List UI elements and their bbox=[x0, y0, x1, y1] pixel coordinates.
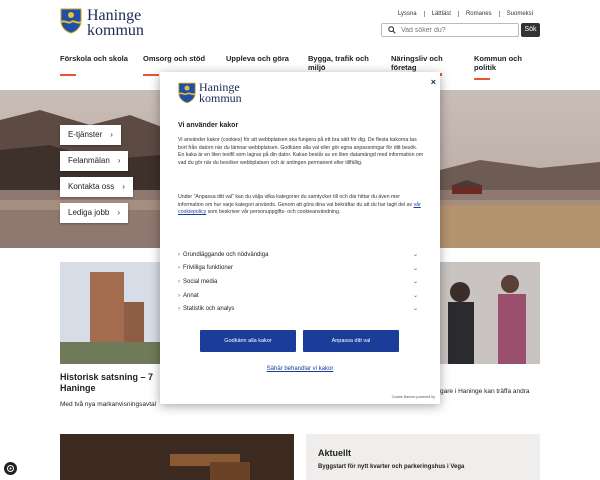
cookie-heading: Vi använder kakor bbox=[178, 122, 239, 129]
chevron-right-icon: › bbox=[178, 292, 180, 299]
policy-text-before: Under "Anpassa ditt val" kan du välja vi… bbox=[178, 194, 414, 208]
powered-by-text: Cookie Banner powered by bbox=[391, 395, 435, 399]
chevron-down-icon[interactable]: ⌄ bbox=[413, 305, 418, 312]
cookie-consent-dialog: Haninge kommun × Vi använder kakor Vi an… bbox=[160, 72, 440, 404]
manage-cookies-link[interactable]: Sähär behandlar vi kakor bbox=[160, 366, 440, 372]
modal-logo-line-2: kommun bbox=[199, 91, 242, 105]
chevron-down-icon[interactable]: ⌄ bbox=[413, 265, 418, 272]
category-annat[interactable]: › Annat ⌄ bbox=[178, 289, 418, 303]
category-frivilliga[interactable]: › Frivilliga funktioner ⌄ bbox=[178, 262, 418, 276]
cookie-categories: › Grundläggande och nödvändiga ⌄ › Frivilli… bbox=[178, 248, 418, 316]
modal-logo: Haninge kommun bbox=[178, 81, 242, 105]
chevron-right-icon: › bbox=[178, 251, 180, 258]
category-statistik[interactable]: › Statistik och analys ⌄ bbox=[178, 302, 418, 316]
chevron-down-icon[interactable]: ⌄ bbox=[413, 278, 418, 285]
customize-button[interactable]: Anpassa ditt val bbox=[303, 330, 399, 352]
chevron-right-icon: › bbox=[178, 306, 180, 313]
modal-logo-text: Haninge kommun bbox=[199, 81, 242, 105]
category-label: Grundläggande och nödvändiga bbox=[183, 251, 269, 258]
chevron-down-icon[interactable]: ⌄ bbox=[413, 292, 418, 299]
policy-text-after: som beskriver vår personuppgifts- och co… bbox=[206, 209, 341, 216]
chevron-right-icon: › bbox=[178, 265, 180, 272]
category-label: Annat bbox=[183, 292, 199, 299]
category-social-media[interactable]: › Social media ⌄ bbox=[178, 275, 418, 289]
accept-all-button[interactable]: Godkänn alla kakor bbox=[200, 330, 296, 352]
coat-of-arms-icon bbox=[178, 82, 196, 104]
category-label: Social media bbox=[183, 278, 218, 285]
cookie-policy-paragraph: Under "Anpassa ditt val" kan du välja vi… bbox=[178, 194, 424, 217]
cookie-description: Vi använder kakor (cookies) för att webb… bbox=[178, 137, 424, 166]
category-label: Statistik och analys bbox=[183, 306, 235, 313]
category-grundlaggande[interactable]: › Grundläggande och nödvändiga ⌄ bbox=[178, 248, 418, 262]
category-label: Frivilliga funktioner bbox=[183, 265, 234, 272]
chevron-right-icon: › bbox=[178, 278, 180, 285]
close-icon[interactable]: × bbox=[431, 77, 436, 87]
chevron-down-icon[interactable]: ⌄ bbox=[413, 251, 418, 258]
